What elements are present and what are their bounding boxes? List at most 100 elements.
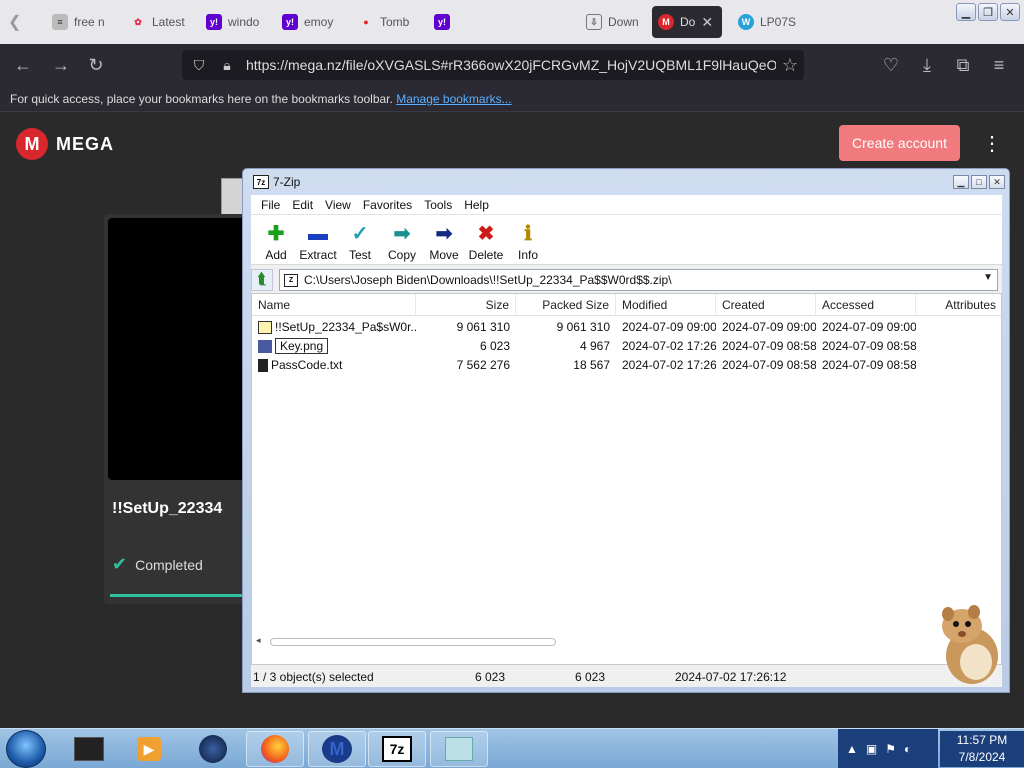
7zip-window-controls: ▁ □ ✕ xyxy=(953,175,1005,189)
column-size[interactable]: Size xyxy=(416,294,516,316)
menu-hamburger-icon[interactable]: ≡ xyxy=(988,54,1010,76)
test-button[interactable]: ✓ Test xyxy=(339,215,381,265)
minimize-button[interactable]: ▁ xyxy=(953,175,969,189)
taskbar-app-browser[interactable] xyxy=(184,731,242,767)
move-button[interactable]: ➡ Move xyxy=(423,215,465,265)
clock-date: 7/8/2024 xyxy=(958,750,1006,764)
tab-lp07s[interactable]: W LP07S xyxy=(732,6,796,38)
column-attributes[interactable]: Attributes xyxy=(916,294,1001,316)
yahoo-favicon-icon: y! xyxy=(282,14,298,30)
extract-button[interactable]: ▬ Extract xyxy=(297,215,339,265)
lock-icon[interactable]: 🔒︎ xyxy=(218,57,236,74)
tray-expand-icon[interactable]: ▲ xyxy=(846,742,858,756)
table-row[interactable]: Key.png 6 023 4 967 2024-07-02 17:26 202… xyxy=(252,337,1001,356)
more-options-icon[interactable]: ⋮ xyxy=(982,132,1002,156)
column-packed-size[interactable]: Packed Size xyxy=(516,294,616,316)
close-button[interactable]: ✕ xyxy=(989,175,1005,189)
7zip-icon: 7z xyxy=(382,736,412,762)
7zip-app-icon: 7z xyxy=(253,175,269,189)
clock[interactable]: 11:57 PM 7/8/2024 xyxy=(940,731,1024,767)
menu-favorites[interactable]: Favorites xyxy=(357,195,418,214)
path-combobox[interactable]: Z C:\Users\Joseph Biden\Downloads\!!SetU… xyxy=(279,269,998,291)
tab-windows[interactable]: y! windo xyxy=(200,6,264,38)
create-account-button[interactable]: Create account xyxy=(839,125,960,161)
url-bar[interactable]: ⛉ 🔒︎ https://mega.nz/file/oXVGASLS#rR366… xyxy=(182,50,804,80)
maximize-button[interactable]: □ xyxy=(971,175,987,189)
minimize-button[interactable]: ▁ xyxy=(956,3,976,21)
window-title: 7-Zip xyxy=(273,175,301,189)
copy-button[interactable]: ➡ Copy xyxy=(381,215,423,265)
taskbar-app-media-player[interactable]: ▶ xyxy=(120,731,178,767)
pocket-icon[interactable]: ♡ xyxy=(880,54,902,76)
mega-logo-text: MEGA xyxy=(56,133,114,154)
menu-help[interactable]: Help xyxy=(458,195,495,214)
action-center-icon[interactable]: ⚑ xyxy=(885,742,896,756)
yahoo-favicon-icon: y! xyxy=(434,14,450,30)
toolbar: ✚ Add ▬ Extract ✓ Test ➡ Copy ➡ Move ✖ D… xyxy=(251,215,1002,265)
file-card: !!SetUp_22334 ✔ Completed xyxy=(104,214,254,604)
file-list[interactable]: Name Size Packed Size Modified Created A… xyxy=(251,293,1002,665)
info-icon: ℹ xyxy=(524,223,532,245)
bookmark-star-icon[interactable]: ☆ xyxy=(779,54,801,76)
scrollbar-thumb[interactable] xyxy=(270,638,556,646)
taskbar-app-malwarebytes[interactable]: M xyxy=(308,731,366,767)
delete-button[interactable]: ✖ Delete xyxy=(465,215,507,265)
copy-arrow-icon: ➡ xyxy=(393,223,411,245)
volume-icon[interactable]: ◐ xyxy=(904,742,911,756)
menu-tools[interactable]: Tools xyxy=(418,195,458,214)
chevron-down-icon[interactable]: ▼ xyxy=(983,272,993,283)
info-button[interactable]: ℹ Info xyxy=(507,215,549,265)
column-name[interactable]: Name xyxy=(252,294,416,316)
menu-edit[interactable]: Edit xyxy=(286,195,319,214)
extensions-icon[interactable]: ⧉ xyxy=(952,54,974,76)
mega-logo[interactable]: M MEGA xyxy=(16,128,114,160)
tab-mega-active[interactable]: M Do ✕ xyxy=(652,6,722,38)
table-row[interactable]: PassCode.txt 7 562 276 18 567 2024-07-02… xyxy=(252,356,1001,375)
taskbar-app-7zip[interactable]: 7z xyxy=(368,731,426,767)
tab-downloads[interactable]: ⇩ Down xyxy=(580,6,642,38)
taskbar-app-firefox[interactable] xyxy=(246,731,304,767)
taskbar-app-notepad[interactable] xyxy=(430,731,488,767)
url-text[interactable]: https://mega.nz/file/oXVGASLS#rR366owX20… xyxy=(246,57,776,73)
horizontal-scrollbar[interactable]: ◂ xyxy=(254,635,999,648)
minus-icon: ▬ xyxy=(308,223,328,245)
zip-archive-icon: Z xyxy=(284,273,298,287)
table-row[interactable]: !!SetUp_22334_Pa$sW0r... 9 061 310 9 061… xyxy=(252,318,1001,337)
system-tray: ▲ ▣ ⚑ ◐ xyxy=(838,729,938,768)
tab-emoy[interactable]: y! emoy xyxy=(276,6,338,38)
column-created[interactable]: Created xyxy=(716,294,816,316)
tab-tomb[interactable]: ● Tomb xyxy=(352,6,414,38)
tab-yahoo[interactable]: y! xyxy=(428,6,468,38)
browser-tab-strip: ❮ ≡ free n ✿ Latest y! windo y! emoy ● T… xyxy=(0,0,1024,44)
column-modified[interactable]: Modified xyxy=(616,294,716,316)
tab-scroll-left-icon[interactable]: ❮ xyxy=(8,12,21,32)
close-button[interactable]: ✕ xyxy=(1000,3,1020,21)
close-tab-icon[interactable]: ✕ xyxy=(701,14,713,31)
folder-up-icon[interactable]: ⮬ xyxy=(251,269,273,291)
menu-file[interactable]: File xyxy=(255,195,286,214)
forward-arrow-icon[interactable]: → xyxy=(50,54,72,76)
column-accessed[interactable]: Accessed xyxy=(816,294,916,316)
7zip-titlebar[interactable]: 7z 7-Zip xyxy=(243,169,1009,195)
shield-icon[interactable]: ⛉ xyxy=(190,57,208,74)
add-button[interactable]: ✚ Add xyxy=(255,215,297,265)
back-arrow-icon[interactable]: ← xyxy=(12,54,34,76)
restore-button[interactable]: ❐ xyxy=(978,3,998,21)
checkmark-icon: ✔ xyxy=(112,554,128,574)
taskbar-app-terminal[interactable] xyxy=(60,731,118,767)
scroll-left-icon[interactable]: ◂ xyxy=(256,635,261,646)
window-controls: ▁ ❐ ✕ xyxy=(956,3,1020,21)
7zip-client-area: File Edit View Favorites Tools Help ✚ Ad… xyxy=(251,195,1002,687)
reload-icon[interactable]: ↻ xyxy=(85,54,107,76)
start-button[interactable] xyxy=(6,730,46,768)
selected-modified: 2024-07-02 17:26:12 xyxy=(675,670,787,684)
taskbar: ▶ M 7z ▲ ▣ ⚑ ◐ 11:57 PM 7/8/2024 xyxy=(0,728,1024,768)
download-status: ✔ Completed xyxy=(112,554,203,575)
tab-free[interactable]: ≡ free n xyxy=(46,6,108,38)
tab-latest[interactable]: ✿ Latest xyxy=(124,6,190,38)
manage-bookmarks-link[interactable]: Manage bookmarks... xyxy=(396,92,511,106)
menu-view[interactable]: View xyxy=(319,195,357,214)
network-icon[interactable]: ▣ xyxy=(866,742,877,756)
selected-size: 6 023 xyxy=(475,670,506,684)
downloads-icon[interactable]: ⤓ xyxy=(916,54,938,76)
